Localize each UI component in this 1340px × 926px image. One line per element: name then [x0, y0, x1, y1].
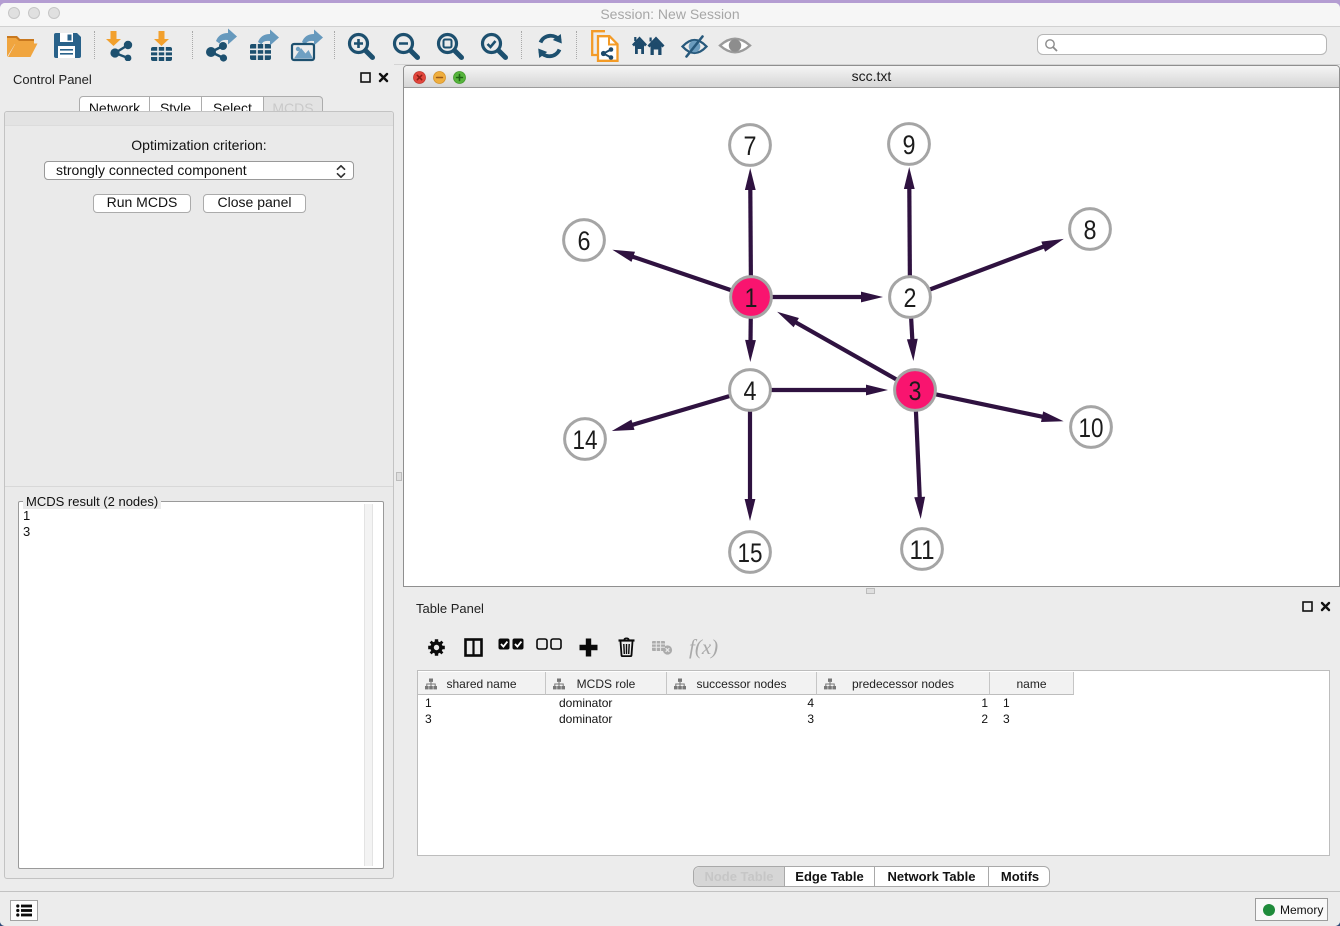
svg-text:3: 3	[909, 376, 922, 406]
svg-text:7: 7	[744, 131, 757, 161]
svg-text:1: 1	[745, 283, 758, 313]
svg-text:4: 4	[744, 376, 757, 406]
svg-text:9: 9	[903, 130, 916, 160]
svg-text:15: 15	[738, 538, 763, 568]
svg-text:2: 2	[904, 283, 917, 313]
svg-text:14: 14	[573, 425, 598, 455]
svg-text:8: 8	[1084, 215, 1097, 245]
svg-text:10: 10	[1079, 413, 1104, 443]
svg-text:11: 11	[910, 535, 935, 565]
svg-text:6: 6	[578, 226, 591, 256]
